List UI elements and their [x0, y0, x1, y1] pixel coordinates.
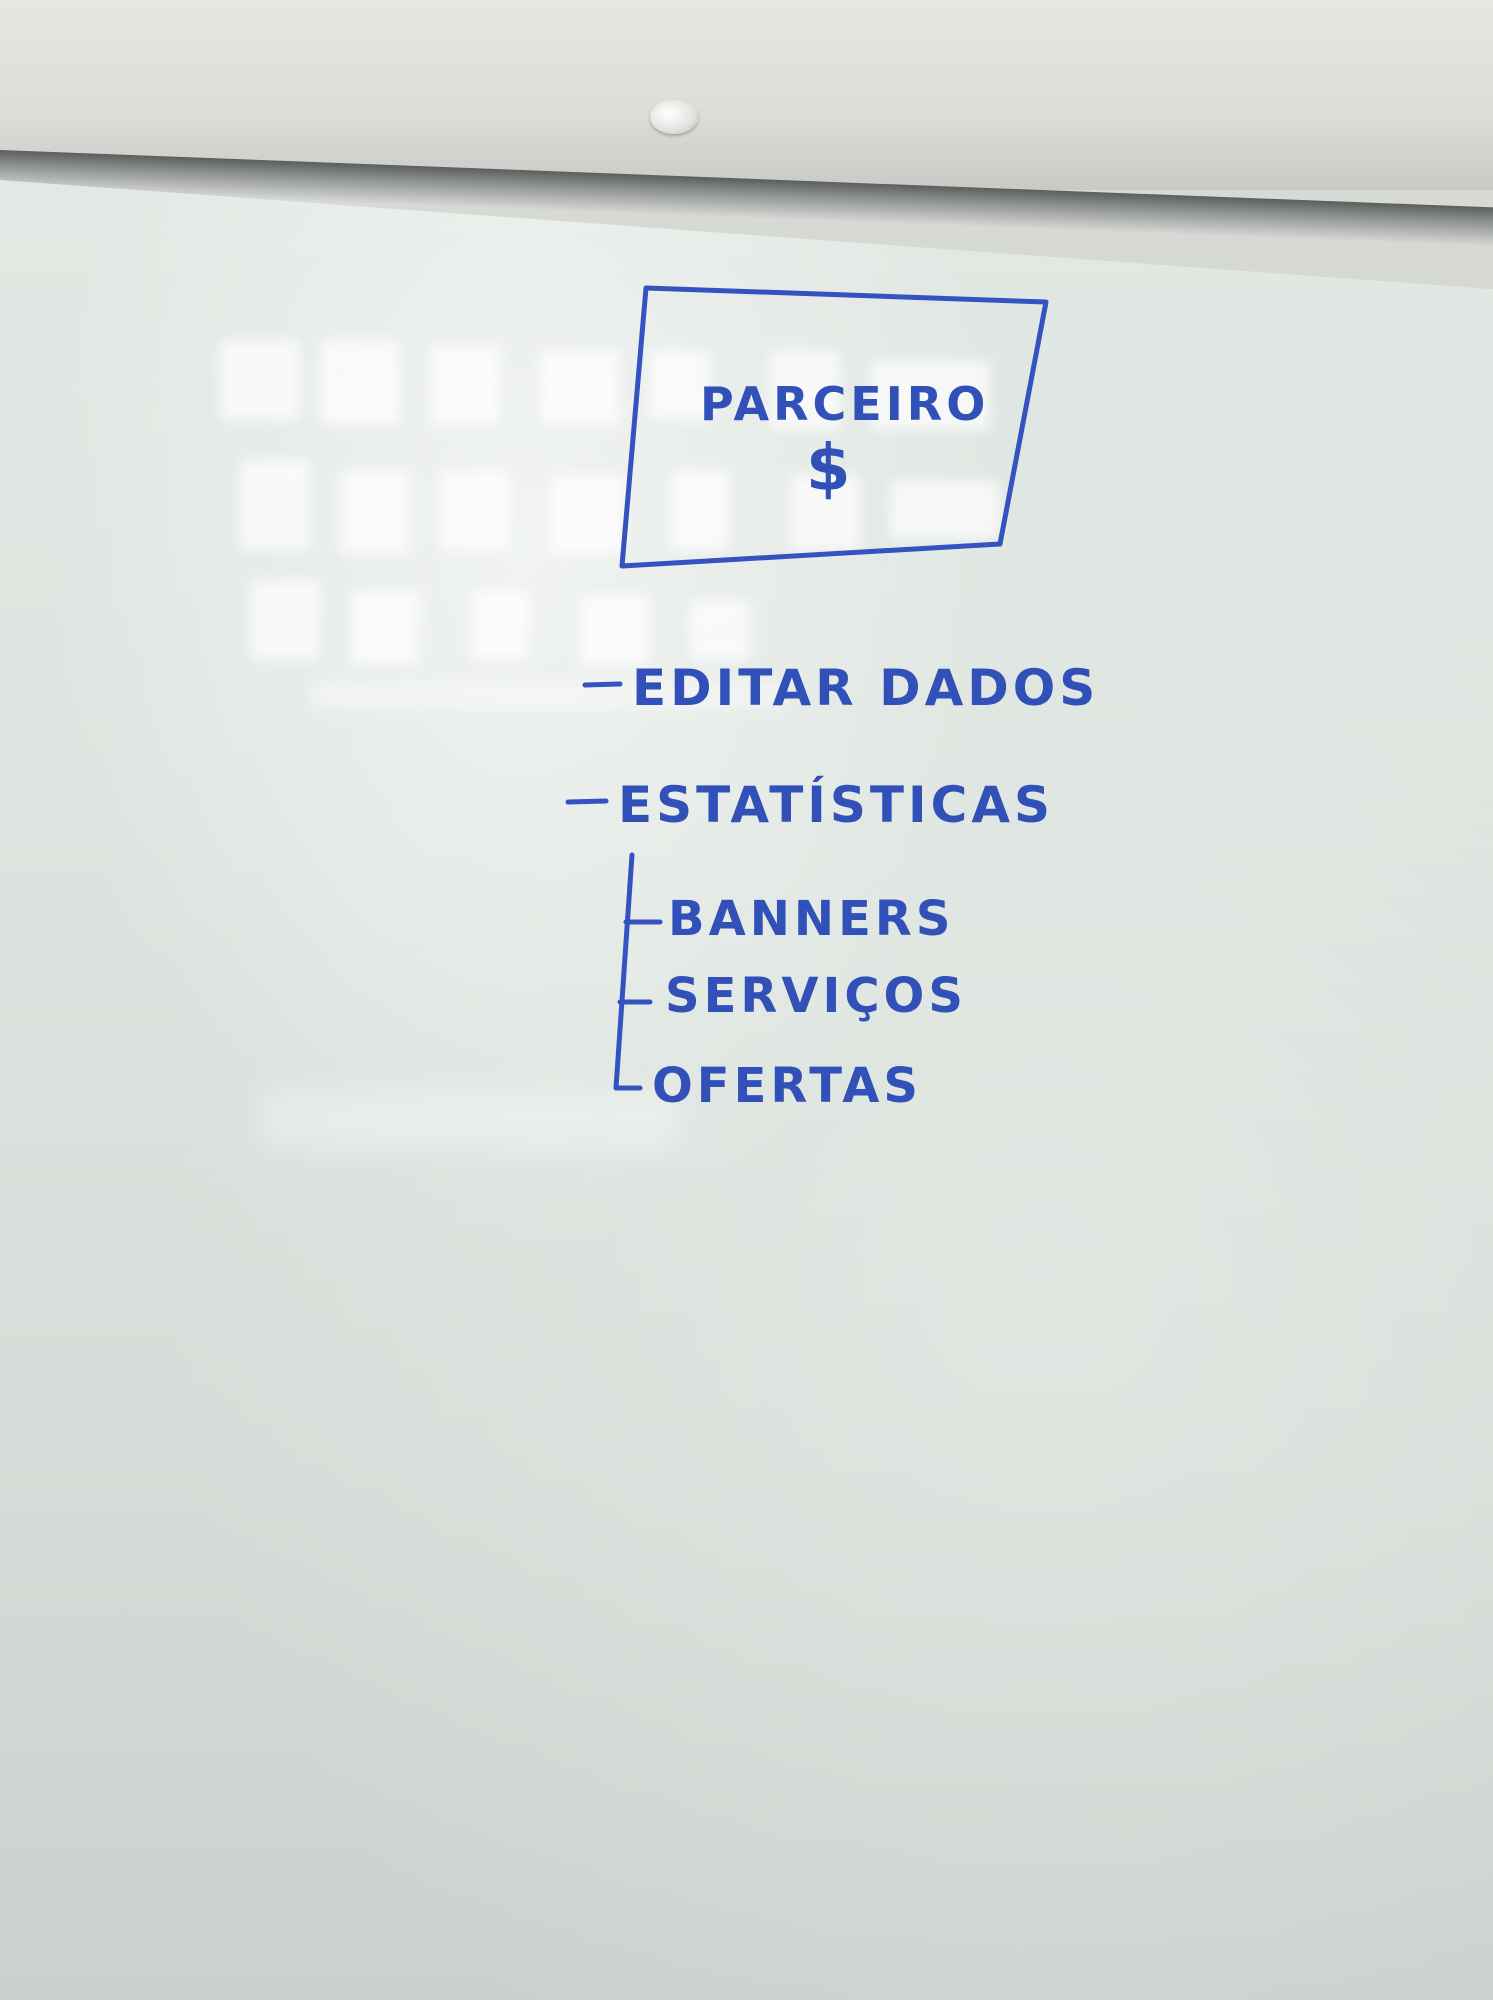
whiteboard-drawing: PARCEIRO $ EDITAR DADOS ESTATÍSTICAS BAN…: [565, 285, 1099, 1114]
subitem-banners: BANNERS: [668, 891, 954, 947]
item-estatisticas: ESTATÍSTICAS: [618, 775, 1054, 834]
item-editar-dados: EDITAR DADOS: [632, 659, 1099, 717]
item-dash: [582, 681, 623, 688]
box-title: PARCEIRO: [700, 377, 989, 431]
whiteboard-photo: PARCEIRO $ EDITAR DADOS ESTATÍSTICAS BAN…: [0, 0, 1493, 2000]
item-dash: [565, 798, 609, 805]
subitem-ofertas: OFERTAS: [652, 1058, 922, 1114]
tree-bracket: [613, 852, 663, 1091]
subitem-servicos: SERVIÇOS: [665, 968, 967, 1024]
box-symbol: $: [806, 432, 855, 506]
